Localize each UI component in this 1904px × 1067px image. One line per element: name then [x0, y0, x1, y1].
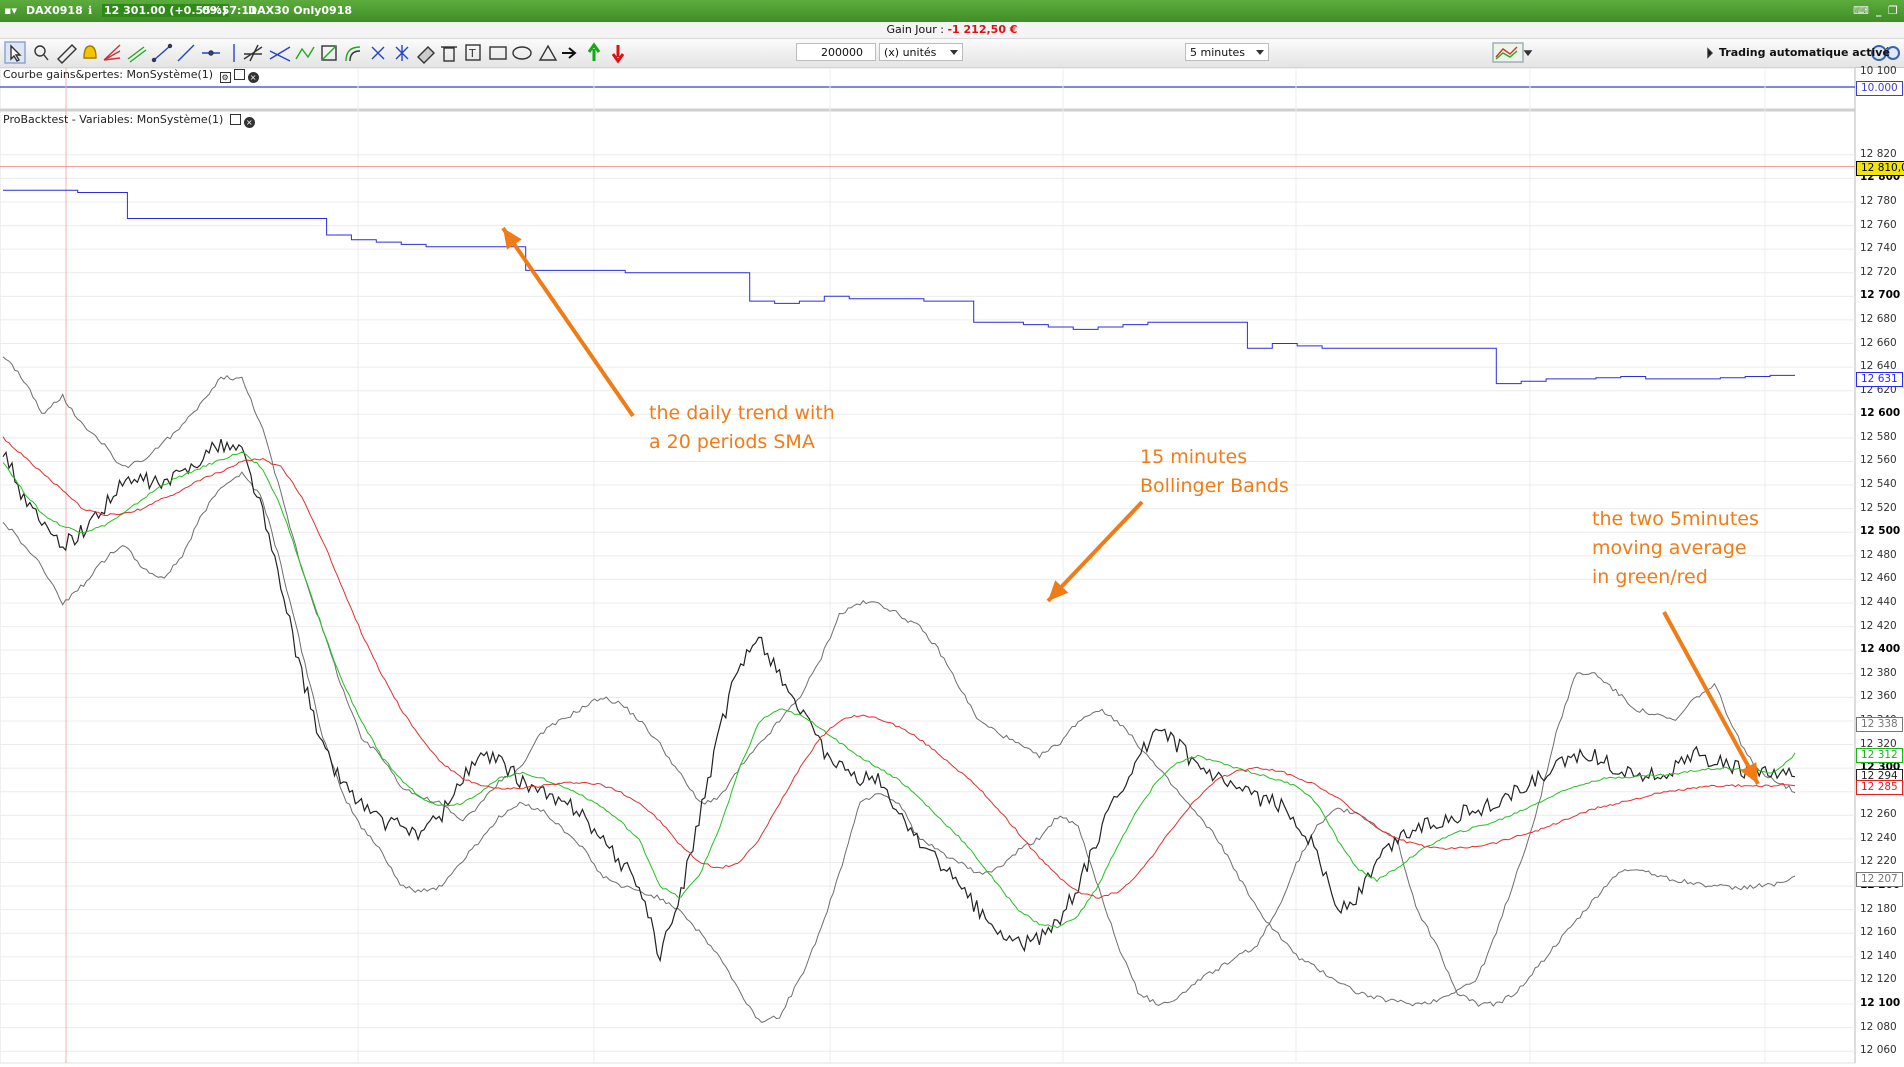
price-axis-label: 12 720 [1860, 265, 1897, 278]
annotation-line: a 20 periods SMA [649, 431, 815, 453]
price-axis-label: 12 740 [1860, 242, 1897, 255]
price-axis-label: 12 660 [1860, 336, 1897, 349]
price-axis-label: 12 060 [1860, 1044, 1897, 1057]
annotation-line: moving average [1592, 537, 1747, 559]
pnl-axis-label: 10 100 [1860, 65, 1897, 77]
price-axis-label: 12 120 [1860, 973, 1897, 986]
price-axis-label: 12 100 [1860, 997, 1901, 1010]
price-axis-label: 12 140 [1860, 949, 1897, 962]
price-panel [0, 110, 1856, 1064]
price-axis-label: 12 160 [1860, 926, 1897, 939]
close-icon[interactable]: × [247, 72, 259, 83]
annotation-line: in green/red [1592, 566, 1708, 588]
price-axis-label: 12 360 [1860, 690, 1897, 703]
pnl-value-tag: 10.000 [1856, 81, 1903, 96]
close-icon[interactable]: × [243, 117, 255, 128]
price-axis-label: 12 420 [1860, 619, 1897, 632]
price-tag-bb-lower: 12 207 [1856, 871, 1903, 887]
price-tag-red-ma: 12 285 [1856, 779, 1903, 795]
price-axis-label: 12 260 [1860, 808, 1897, 821]
price-tag-daily-sma: 12 631 [1856, 371, 1903, 387]
annotation-line: the daily trend with [649, 402, 835, 424]
price-axis-label: 12 580 [1860, 430, 1897, 443]
pnl-panel-header: Courbe gains&pertes: MonSystème(1) ⚙ × [3, 68, 259, 83]
price-axis-label: 12 600 [1860, 407, 1901, 420]
price-axis-label: 12 440 [1860, 596, 1897, 608]
vars-panel-label: ProBacktest - Variables: MonSystème(1) [3, 113, 224, 126]
annotation-daily-trend: the daily trend with a 20 periods SMA [649, 399, 835, 457]
annotation-moving-average: the two 5minutes moving average in green… [1592, 505, 1759, 592]
price-tag-bb-upper: 12 338 [1856, 717, 1903, 733]
annotation-bollinger: 15 minutes Bollinger Bands [1140, 443, 1289, 501]
price-axis-label: 12 460 [1860, 572, 1897, 585]
price-axis-label: 12 780 [1860, 194, 1897, 207]
price-tag-green-ma: 12 312 [1856, 747, 1903, 763]
price-tag-top-ref: 12 810,0 [1856, 160, 1904, 176]
price-axis-label: 12 400 [1860, 643, 1901, 656]
vars-panel-header: ProBacktest - Variables: MonSystème(1) × [3, 113, 255, 128]
price-axis-label: 12 240 [1860, 831, 1897, 844]
price-axis-label: 12 680 [1860, 312, 1897, 325]
price-axis-label: 12 480 [1860, 548, 1897, 561]
pnl-panel-label: Courbe gains&pertes: MonSystème(1) [3, 68, 214, 81]
price-axis-label: 12 180 [1860, 902, 1897, 915]
price-axis-label: 12 540 [1860, 478, 1897, 491]
price-axis-label: 12 760 [1860, 218, 1897, 231]
pnl-panel [0, 67, 1856, 110]
price-axis-label: 12 080 [1860, 1020, 1897, 1033]
wrench-icon[interactable]: ⚙ [219, 72, 231, 83]
price-axis-label: 12 640 [1860, 360, 1897, 373]
price-axis-label: 12 380 [1860, 666, 1897, 679]
maximize-icon[interactable] [233, 69, 245, 80]
price-axis-label: 12 520 [1860, 501, 1897, 514]
price-axis-label: 12 820 [1860, 147, 1897, 160]
annotation-line: Bollinger Bands [1140, 475, 1289, 497]
price-axis-label: 12 220 [1860, 855, 1897, 868]
maximize-icon[interactable] [229, 114, 241, 125]
annotation-line: 15 minutes [1140, 446, 1248, 468]
price-axis-label: 12 700 [1860, 289, 1901, 302]
annotation-line: the two 5minutes [1592, 508, 1759, 530]
price-axis-label: 12 560 [1860, 454, 1897, 467]
price-axis-label: 12 500 [1860, 525, 1901, 538]
